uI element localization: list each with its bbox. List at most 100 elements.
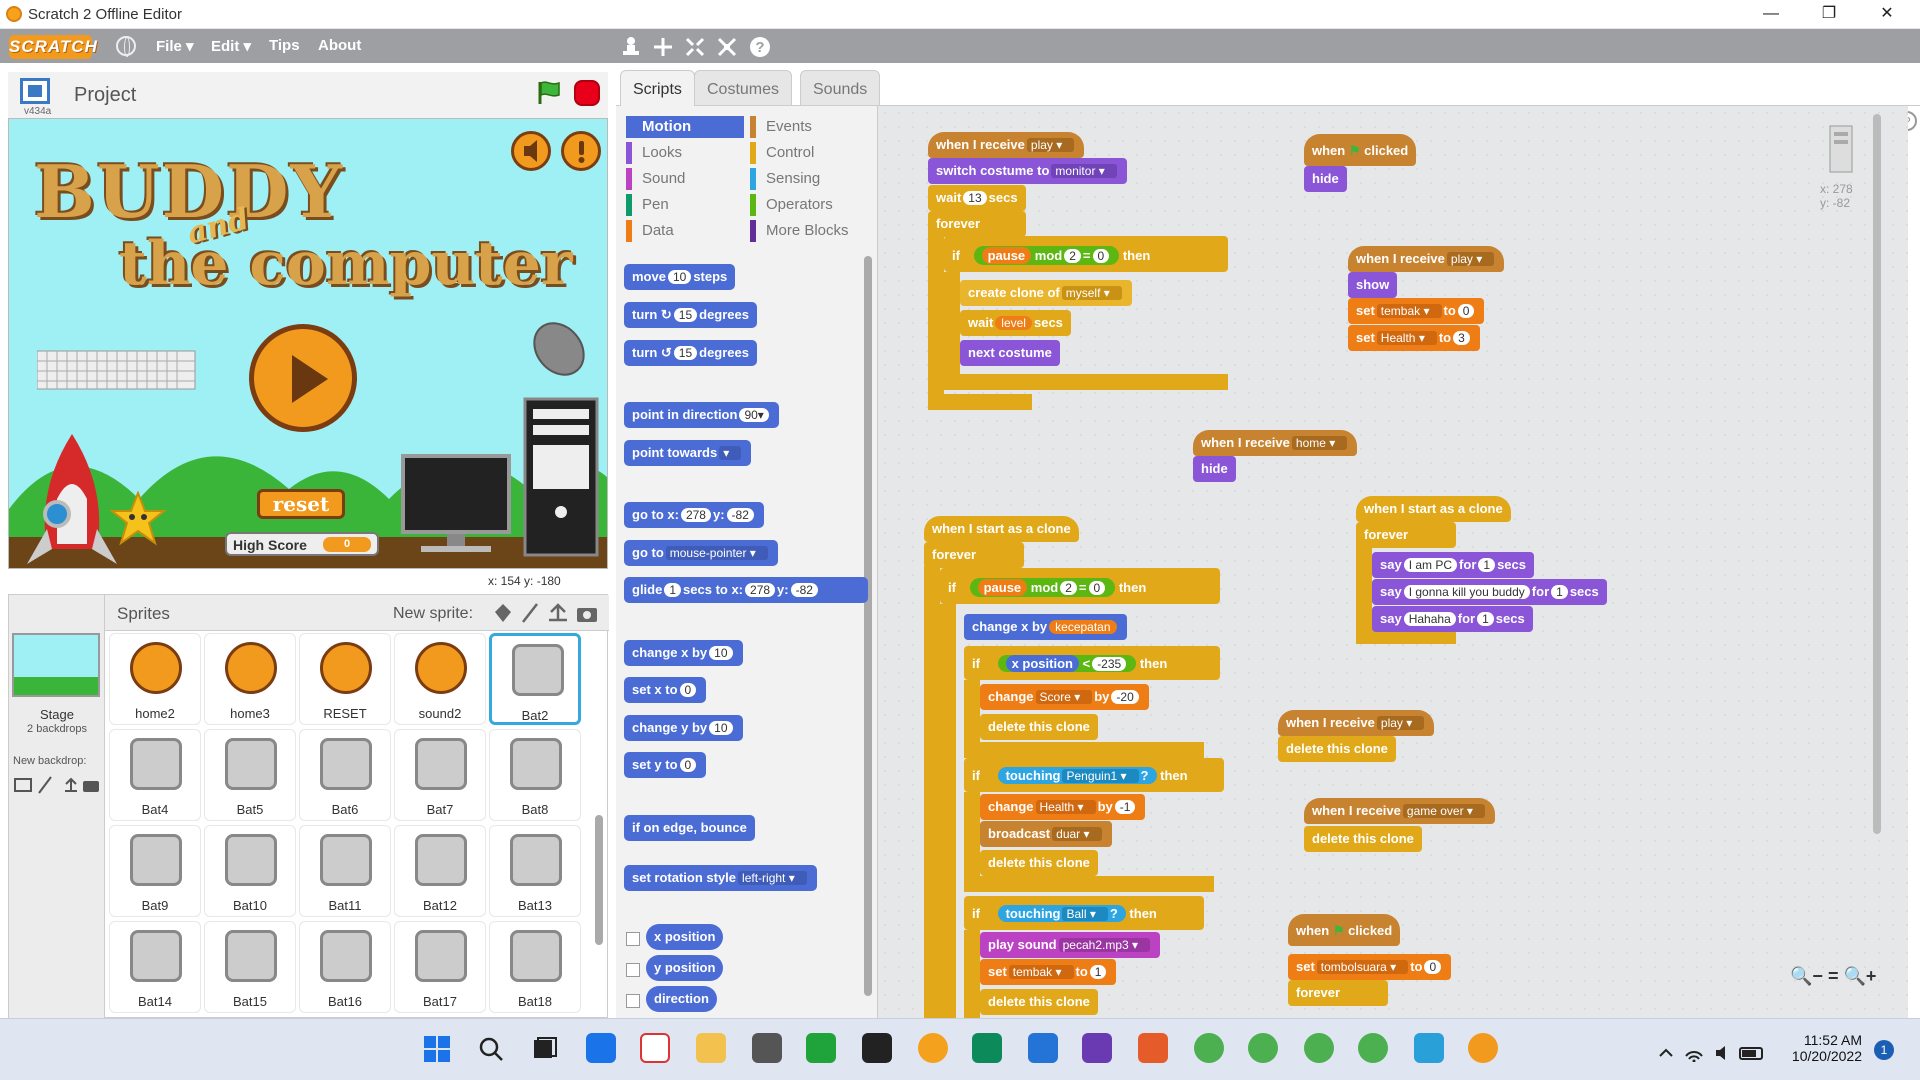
scratch-logo[interactable]: SCRATCH [9, 35, 97, 59]
category-looks[interactable]: Looks [626, 142, 744, 164]
sprite-tile[interactable]: Bat16 [299, 921, 391, 1013]
play-button[interactable] [249, 324, 357, 432]
chrome-icon-3[interactable] [1304, 1033, 1334, 1063]
category-data[interactable]: Data [626, 220, 744, 242]
scripts-scrollbar[interactable] [1873, 114, 1881, 834]
x-position-checkbox[interactable] [626, 932, 640, 946]
hide-block-2[interactable]: hide [1193, 456, 1236, 482]
microsoft-store-icon[interactable] [586, 1033, 616, 1063]
when-receive-gameover-hat[interactable]: when I receive game over ▾ [1304, 798, 1495, 824]
info-button[interactable] [561, 131, 601, 171]
switch-costume-block[interactable]: switch costume to monitor ▾ [928, 158, 1127, 184]
duplicate-tool-icon[interactable] [620, 36, 642, 58]
set-tombolsuara-block[interactable]: set tombolsuara ▾ to 0 [1288, 954, 1452, 980]
block-go-to-xy[interactable]: go to x: 278 y: -82 [624, 502, 764, 528]
sprite-tile[interactable]: Bat18 [489, 921, 581, 1013]
search-icon[interactable] [478, 1036, 504, 1062]
block-point-direction[interactable]: point in direction 90▾ [624, 402, 779, 428]
about-menu[interactable]: About [318, 37, 361, 54]
sprite-tile[interactable]: Bat4 [109, 729, 201, 821]
windows-start-icon[interactable] [424, 1036, 450, 1062]
tab-scripts[interactable]: Scripts [620, 70, 695, 106]
help-tool-icon[interactable]: ? [748, 35, 772, 59]
direction-checkbox[interactable] [626, 994, 640, 1008]
forever-block-3[interactable]: forever [1288, 980, 1388, 1006]
sprite-tile[interactable]: Bat10 [204, 825, 296, 917]
if-pause-mod-block-2[interactable]: if pause mod 2 = 0 then [940, 568, 1220, 604]
delete-clone-block-5[interactable]: delete this clone [980, 989, 1098, 1015]
block-change-y[interactable]: change y by 10 [624, 715, 743, 741]
reporter-y-position[interactable]: y position [646, 955, 724, 981]
sprite-tile[interactable]: sound2 [394, 633, 486, 725]
vscode-icon[interactable] [1028, 1033, 1058, 1063]
zoom-reset-button[interactable]: = [1828, 966, 1839, 986]
close-button[interactable]: ✕ [1858, 0, 1916, 29]
tab-sounds[interactable]: Sounds [800, 70, 881, 106]
fullscreen-button[interactable] [20, 78, 50, 104]
broadcast-duar-block[interactable]: broadcast duar ▾ [980, 821, 1112, 847]
say-block-2[interactable]: say I gonna kill you buddy for 1 secs [1372, 579, 1607, 605]
notepad-icon[interactable] [1414, 1033, 1444, 1063]
sprite-tile[interactable]: home3 [204, 633, 296, 725]
set-tembak-block-2[interactable]: set tembak ▾ to 1 [980, 959, 1117, 985]
app-penguin-icon[interactable] [918, 1033, 948, 1063]
show-block[interactable]: show [1348, 272, 1398, 298]
tips-menu[interactable]: Tips [269, 37, 300, 54]
change-score-block[interactable]: change Score ▾ by -20 [980, 684, 1149, 710]
if-touching-penguin-block[interactable]: if touching Penguin1 ▾? then [964, 758, 1224, 792]
category-events[interactable]: Events [750, 116, 868, 138]
tab-costumes[interactable]: Costumes [694, 70, 793, 106]
sprite-tile[interactable]: Bat8 [489, 729, 581, 821]
y-position-checkbox[interactable] [626, 963, 640, 977]
when-start-clone-hat-2[interactable]: when I start as a clone [924, 516, 1079, 542]
block-turn-right[interactable]: turn ↻ 15 degrees [624, 302, 758, 328]
if-pause-mod-block[interactable]: if pause mod 2 = 0 then [944, 236, 1228, 272]
create-clone-block[interactable]: create clone of myself ▾ [960, 280, 1132, 306]
3d-viewer-icon[interactable] [752, 1033, 782, 1063]
sprite-tile[interactable]: Bat11 [299, 825, 391, 917]
block-set-x[interactable]: set x to 0 [624, 677, 707, 703]
davinci-icon[interactable] [862, 1033, 892, 1063]
sprite-tile[interactable]: Bat17 [394, 921, 486, 1013]
delete-tool-icon[interactable] [652, 36, 674, 58]
chrome-icon-1[interactable] [1194, 1033, 1224, 1063]
hide-block-1[interactable]: hide [1304, 166, 1347, 192]
if-touching-ball-block[interactable]: if touching Ball ▾? then [964, 896, 1204, 930]
sprite-tile[interactable]: Bat13 [489, 825, 581, 917]
set-health-block[interactable]: set Health ▾ to 3 [1348, 325, 1480, 351]
when-receive-home-hat[interactable]: when I receive home ▾ [1193, 430, 1358, 456]
system-tray-icons[interactable] [1656, 1042, 1776, 1062]
edit-menu[interactable]: Edit ▾ [211, 37, 251, 55]
category-more-blocks[interactable]: More Blocks [750, 220, 868, 242]
maximize-button[interactable]: ❐ [1800, 0, 1858, 29]
new-backdrop-icons[interactable] [13, 775, 99, 795]
say-block-1[interactable]: say I am PC for 1 secs [1372, 552, 1534, 578]
sprite-tile[interactable]: Bat14 [109, 921, 201, 1013]
chrome-icon-2[interactable] [1248, 1033, 1278, 1063]
when-receive-play-hat[interactable]: when I receive play ▾ [928, 132, 1085, 158]
shrink-tool-icon[interactable] [716, 36, 738, 58]
language-globe-icon[interactable] [116, 36, 136, 57]
postman-icon[interactable] [1138, 1033, 1168, 1063]
file-explorer-icon[interactable] [696, 1033, 726, 1063]
zoom-in-button[interactable]: 🔍+ [1843, 966, 1876, 986]
stage-canvas[interactable]: BUDDY and the computer reset High Score … [8, 118, 608, 569]
grow-tool-icon[interactable] [684, 36, 706, 58]
when-start-clone-hat-1[interactable]: when I start as a clone [1356, 496, 1511, 522]
category-sensing[interactable]: Sensing [750, 168, 868, 190]
wait-level-block[interactable]: wait level secs [960, 310, 1071, 336]
delete-clone-block-2[interactable]: delete this clone [1304, 826, 1422, 852]
say-block-3[interactable]: say Hahaha for 1 secs [1372, 606, 1533, 632]
block-set-y[interactable]: set y to 0 [624, 752, 707, 778]
block-rotation-style[interactable]: set rotation style left-right ▾ [624, 865, 817, 891]
file-menu[interactable]: File ▾ [156, 37, 194, 55]
sprite-tile[interactable]: Bat5 [204, 729, 296, 821]
sprite-tile[interactable]: Bat7 [394, 729, 486, 821]
delete-clone-block-4[interactable]: delete this clone [980, 850, 1098, 876]
sound-toggle-button[interactable] [511, 131, 551, 171]
taskbar-clock[interactable]: 11:52 AM 10/20/2022 [1780, 1032, 1862, 1064]
when-receive-play-hat-2[interactable]: when I receive play ▾ [1348, 246, 1505, 272]
sprite-tile[interactable]: Bat9 [109, 825, 201, 917]
when-receive-play-hat-3[interactable]: when I receive play ▾ [1278, 710, 1435, 736]
category-motion[interactable]: Motion [626, 116, 744, 138]
